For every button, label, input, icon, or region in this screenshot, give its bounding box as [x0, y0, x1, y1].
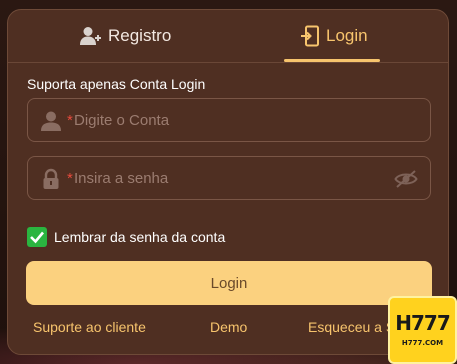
- tab-registro-label: Registro: [108, 26, 172, 45]
- account-field[interactable]: *: [27, 98, 431, 142]
- password-input[interactable]: [74, 157, 374, 199]
- door-enter-icon: [301, 25, 319, 47]
- tab-registro[interactable]: Registro: [80, 22, 171, 50]
- tab-login-label: Login: [326, 26, 368, 45]
- login-submit-button[interactable]: Login: [26, 261, 432, 305]
- form-subtitle: Suporta apenas Conta Login: [27, 76, 206, 92]
- auth-tabs: Registro Login: [8, 10, 448, 63]
- footer-links: Suporte ao cliente Demo Esqueceu a S: [8, 317, 448, 337]
- eye-off-icon[interactable]: [394, 168, 418, 190]
- demo-link[interactable]: Demo: [210, 319, 247, 335]
- brand-domain: H777.COM: [401, 339, 444, 347]
- required-mark: *: [67, 112, 73, 129]
- remember-label: Lembrar da senha da conta: [54, 229, 226, 245]
- password-field[interactable]: *: [27, 156, 431, 200]
- login-panel: Registro Login Suporta apenas Conta Logi…: [7, 9, 449, 355]
- brand-mark: H777: [395, 311, 450, 335]
- user-plus-icon: [80, 27, 101, 45]
- user-icon: [41, 111, 61, 131]
- support-link[interactable]: Suporte ao cliente: [33, 319, 146, 335]
- account-input[interactable]: [74, 99, 374, 141]
- required-mark: *: [67, 170, 73, 187]
- lock-icon: [43, 168, 59, 189]
- remember-password-toggle[interactable]: Lembrar da senha da conta: [27, 227, 225, 247]
- active-tab-indicator: [284, 59, 380, 62]
- forgot-password-link[interactable]: Esqueceu a S: [308, 319, 395, 335]
- tab-login[interactable]: Login: [300, 22, 368, 50]
- remember-checkbox[interactable]: [27, 227, 47, 247]
- brand-logo[interactable]: H777 H777.COM: [388, 296, 457, 364]
- checkmark-icon: [30, 231, 44, 244]
